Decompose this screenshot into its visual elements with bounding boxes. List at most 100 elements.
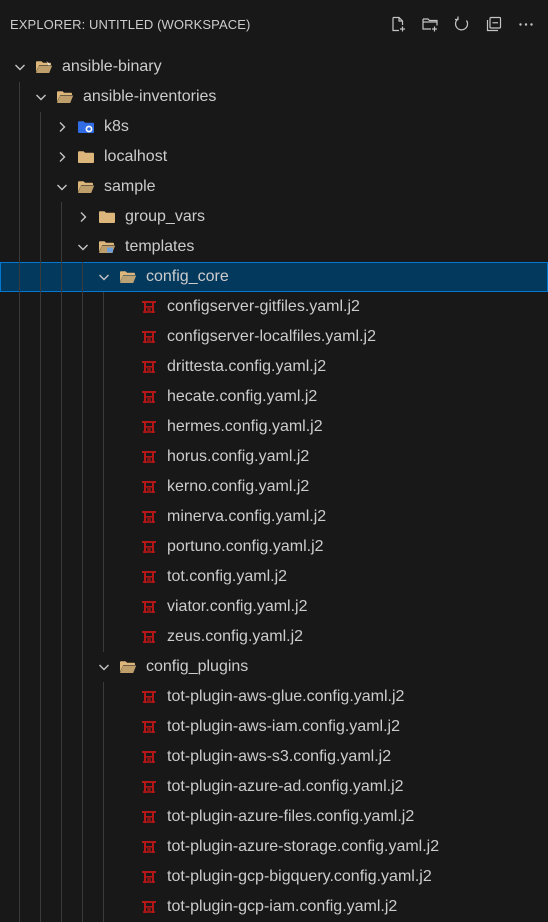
indent-guide bbox=[61, 652, 62, 682]
tree-file-item[interactable]: configserver-gitfiles.yaml.j2 bbox=[0, 292, 548, 322]
new-folder-icon[interactable] bbox=[418, 12, 442, 36]
indent-guide bbox=[103, 772, 104, 802]
indent-guide bbox=[40, 892, 41, 922]
tree-file-item[interactable]: tot-plugin-gcp-iam.config.yaml.j2 bbox=[0, 892, 548, 922]
tree-folder-item[interactable]: ansible-binary bbox=[0, 52, 548, 82]
tree-item-label: tot-plugin-gcp-bigquery.config.yaml.j2 bbox=[167, 868, 432, 885]
indent-guide bbox=[82, 472, 83, 502]
tree-folder-item[interactable]: config_plugins bbox=[0, 652, 548, 682]
indent-guide bbox=[82, 832, 83, 862]
tree-folder-item[interactable]: localhost bbox=[0, 142, 548, 172]
tree-item-label: ansible-binary bbox=[62, 58, 162, 75]
tree-folder-item[interactable]: ansible-inventories bbox=[0, 82, 548, 112]
indent-guide bbox=[82, 352, 83, 382]
tree-item-label: zeus.config.yaml.j2 bbox=[167, 628, 304, 645]
indent-guide bbox=[40, 532, 41, 562]
tree-item-label: tot.config.yaml.j2 bbox=[167, 568, 288, 585]
indent-guide bbox=[40, 292, 41, 322]
tree-item-label: templates bbox=[125, 238, 195, 255]
tree-file-item[interactable]: tot-plugin-aws-glue.config.yaml.j2 bbox=[0, 682, 548, 712]
jinja-icon bbox=[139, 779, 159, 795]
jinja-icon bbox=[139, 479, 159, 495]
indent-guide bbox=[19, 892, 20, 922]
indent-guide bbox=[19, 322, 20, 352]
jinja-icon bbox=[139, 599, 159, 615]
tree-file-item[interactable]: tot.config.yaml.j2 bbox=[0, 562, 548, 592]
tree-file-item[interactable]: zeus.config.yaml.j2 bbox=[0, 622, 548, 652]
chevron-down-icon[interactable] bbox=[54, 179, 70, 195]
chevron-down-icon[interactable] bbox=[75, 239, 91, 255]
indent-guide bbox=[19, 232, 20, 262]
indent-guide bbox=[19, 442, 20, 472]
indent-guide bbox=[19, 622, 20, 652]
tree-file-item[interactable]: tot-plugin-aws-iam.config.yaml.j2 bbox=[0, 712, 548, 742]
tree-file-item[interactable]: kerno.config.yaml.j2 bbox=[0, 472, 548, 502]
tree-file-item[interactable]: hermes.config.yaml.j2 bbox=[0, 412, 548, 442]
indent-guide bbox=[82, 502, 83, 532]
chevron-down-icon[interactable] bbox=[33, 89, 49, 105]
more-icon[interactable] bbox=[514, 12, 538, 36]
indent-guide bbox=[82, 862, 83, 892]
indent-guide bbox=[19, 292, 20, 322]
tree-folder-item[interactable]: k8s bbox=[0, 112, 548, 142]
indent-guide bbox=[61, 232, 62, 262]
folder-open-icon bbox=[55, 89, 75, 105]
tree-file-item[interactable]: configserver-localfiles.yaml.j2 bbox=[0, 322, 548, 352]
indent-guide bbox=[103, 802, 104, 832]
tree-folder-item[interactable]: group_vars bbox=[0, 202, 548, 232]
indent-guide bbox=[82, 742, 83, 772]
tree-file-item[interactable]: tot-plugin-azure-storage.config.yaml.j2 bbox=[0, 832, 548, 862]
indent-guide bbox=[82, 262, 83, 292]
tree-item-label: localhost bbox=[104, 148, 168, 165]
explorer-panel: EXPLORER: UNTITLED (WORKSPACE) ansible-b… bbox=[0, 0, 548, 922]
tree-file-item[interactable]: tot-plugin-azure-ad.config.yaml.j2 bbox=[0, 772, 548, 802]
jinja-icon bbox=[139, 299, 159, 315]
chevron-down-icon[interactable] bbox=[12, 59, 28, 75]
indent-guide bbox=[61, 772, 62, 802]
tree-folder-item[interactable]: sample bbox=[0, 172, 548, 202]
jinja-icon bbox=[139, 569, 159, 585]
jinja-icon bbox=[139, 389, 159, 405]
tree-file-item[interactable]: viator.config.yaml.j2 bbox=[0, 592, 548, 622]
tree-file-item[interactable]: portuno.config.yaml.j2 bbox=[0, 532, 548, 562]
jinja-icon bbox=[139, 809, 159, 825]
tree-file-item[interactable]: horus.config.yaml.j2 bbox=[0, 442, 548, 472]
tree-folder-item[interactable]: templates bbox=[0, 232, 548, 262]
indent-guide bbox=[103, 352, 104, 382]
indent-guide bbox=[19, 142, 20, 172]
chevron-right-icon[interactable] bbox=[54, 119, 70, 135]
indent-guide bbox=[19, 82, 20, 112]
jinja-icon bbox=[139, 539, 159, 555]
chevron-down-icon[interactable] bbox=[96, 659, 112, 675]
tree-file-item[interactable]: tot-plugin-gcp-bigquery.config.yaml.j2 bbox=[0, 862, 548, 892]
chevron-down-icon[interactable] bbox=[96, 269, 112, 285]
chevron-right-icon[interactable] bbox=[54, 149, 70, 165]
indent-guide bbox=[61, 322, 62, 352]
tree-file-item[interactable]: tot-plugin-azure-files.config.yaml.j2 bbox=[0, 802, 548, 832]
tree-file-item[interactable]: tot-plugin-aws-s3.config.yaml.j2 bbox=[0, 742, 548, 772]
tree-folder-item[interactable]: config_core bbox=[0, 262, 548, 292]
tree-file-item[interactable]: drittesta.config.yaml.j2 bbox=[0, 352, 548, 382]
chevron-right-icon[interactable] bbox=[75, 209, 91, 225]
new-file-icon[interactable] bbox=[386, 12, 410, 36]
tree-file-item[interactable]: minerva.config.yaml.j2 bbox=[0, 502, 548, 532]
collapse-all-icon[interactable] bbox=[482, 12, 506, 36]
tree-file-item[interactable]: hecate.config.yaml.j2 bbox=[0, 382, 548, 412]
tree-item-label: configserver-gitfiles.yaml.j2 bbox=[167, 298, 360, 315]
indent-guide bbox=[19, 202, 20, 232]
refresh-icon[interactable] bbox=[450, 12, 474, 36]
indent-guide bbox=[19, 562, 20, 592]
indent-guide bbox=[19, 742, 20, 772]
indent-guide bbox=[103, 442, 104, 472]
indent-guide bbox=[103, 862, 104, 892]
indent-guide bbox=[40, 412, 41, 442]
tree-item-label: tot-plugin-aws-s3.config.yaml.j2 bbox=[167, 748, 392, 765]
